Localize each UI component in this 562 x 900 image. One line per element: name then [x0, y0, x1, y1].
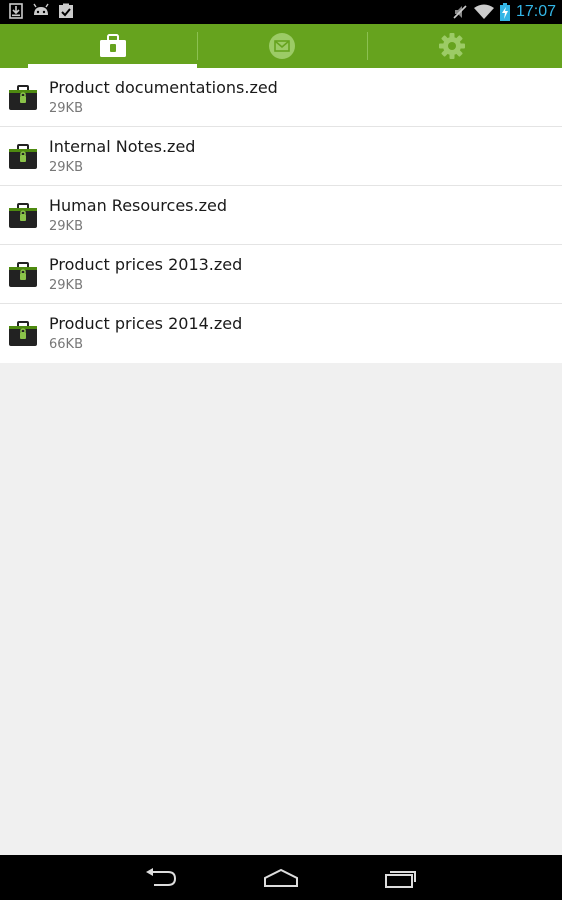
file-list: Product documentations.zed 29KB Internal… — [0, 68, 562, 363]
locked-briefcase-icon — [9, 144, 37, 169]
download-icon — [9, 3, 23, 19]
locked-briefcase-icon — [9, 85, 37, 110]
navigation-bar — [0, 855, 562, 900]
file-size: 29KB — [49, 278, 83, 293]
file-name: Product prices 2013.zed — [49, 255, 243, 274]
file-name: Product documentations.zed — [49, 78, 278, 97]
tab-bar — [0, 24, 562, 68]
locked-briefcase-icon — [9, 203, 37, 228]
file-size: 29KB — [49, 219, 83, 234]
android-icon — [33, 3, 49, 15]
back-icon — [146, 868, 177, 886]
file-size: 29KB — [49, 160, 83, 175]
mute-icon — [453, 5, 467, 19]
tab-files[interactable] — [28, 24, 197, 68]
file-name: Human Resources.zed — [49, 196, 227, 215]
clipboard-check-icon — [59, 3, 73, 18]
file-name: Product prices 2014.zed — [49, 314, 243, 333]
file-item[interactable]: Product prices 2014.zed 66KB — [0, 304, 562, 363]
file-item[interactable]: Human Resources.zed 29KB — [0, 186, 562, 245]
battery-charging-icon — [499, 3, 510, 21]
recents-button[interactable] — [381, 863, 421, 893]
locked-briefcase-icon — [9, 321, 37, 346]
recents-icon — [385, 871, 416, 888]
wifi-icon — [473, 4, 494, 19]
file-size: 66KB — [49, 337, 83, 352]
tab-messages[interactable] — [197, 24, 367, 68]
tab-settings[interactable] — [367, 24, 536, 68]
home-icon — [264, 868, 298, 887]
file-name: Internal Notes.zed — [49, 137, 196, 156]
file-size: 29KB — [49, 101, 83, 116]
status-bar: 17:07 — [0, 0, 562, 24]
home-button[interactable] — [261, 863, 301, 893]
status-clock: 17:07 — [515, 3, 556, 20]
file-item[interactable]: Product prices 2013.zed 29KB — [0, 245, 562, 304]
mail-icon — [269, 33, 295, 59]
back-button[interactable] — [141, 863, 181, 893]
file-item[interactable]: Internal Notes.zed 29KB — [0, 127, 562, 186]
locked-briefcase-icon — [9, 262, 37, 287]
briefcase-icon — [99, 34, 126, 57]
file-item[interactable]: Product documentations.zed 29KB — [0, 68, 562, 127]
gear-icon — [438, 33, 465, 59]
